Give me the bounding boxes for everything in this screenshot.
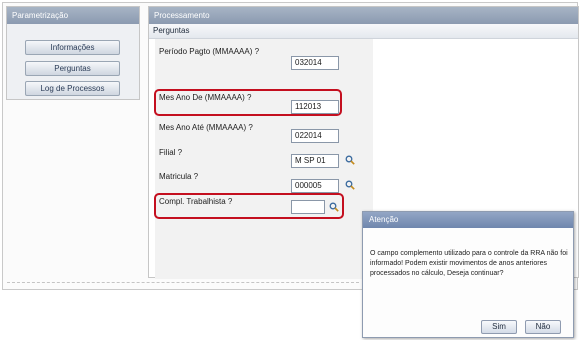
sidebar-item-perguntas[interactable]: Perguntas: [25, 61, 120, 76]
matricula-search-icon[interactable]: [345, 180, 355, 190]
questions-form: Período Pagto (MMAAAA) ? 032014 Mes Ano …: [154, 39, 373, 279]
main-header: Processamento: [149, 7, 578, 24]
question-label-filial: Filial ?: [159, 148, 183, 157]
compl-trabalhista-search-icon[interactable]: [329, 202, 339, 212]
sidebar-header: Parametrização: [7, 7, 139, 24]
question-label-mes-ano-ate: Mes Ano Até (MMAAAA) ?: [159, 123, 253, 132]
questions-subheader: Perguntas: [149, 24, 578, 39]
sidebar-item-informacoes[interactable]: Informações: [25, 40, 120, 55]
compl-trabalhista-input[interactable]: [291, 200, 325, 214]
sidebar-item-log-de-processos[interactable]: Log de Processos: [25, 81, 120, 96]
no-button[interactable]: Não: [525, 320, 561, 334]
mes-ano-de-input[interactable]: 112013: [291, 100, 339, 114]
question-label-periodo-pagto: Período Pagto (MMAAAA) ?: [159, 47, 260, 56]
dialog-message: O campo complemento utilizado para o con…: [370, 250, 568, 277]
bottom-divider: [7, 282, 359, 283]
filial-input[interactable]: M SP 01: [291, 154, 339, 168]
matricula-input[interactable]: 000005: [291, 179, 339, 193]
dialog-title: Atenção: [363, 212, 573, 228]
mes-ano-ate-input[interactable]: 022014: [291, 129, 339, 143]
filial-search-icon[interactable]: [345, 155, 355, 165]
question-label-compl-trabalhista: Compl. Trabalhista ?: [159, 197, 233, 206]
question-label-matricula: Matricula ?: [159, 172, 199, 181]
periodo-pagto-input[interactable]: 032014: [291, 56, 339, 70]
attention-dialog: Atenção O campo complemento utilizado pa…: [362, 211, 574, 338]
yes-button[interactable]: Sim: [481, 320, 517, 334]
sidebar-panel: Parametrização Informações Perguntas Log…: [6, 6, 140, 100]
question-label-mes-ano-de: Mes Ano De (MMAAAA) ?: [159, 93, 252, 102]
